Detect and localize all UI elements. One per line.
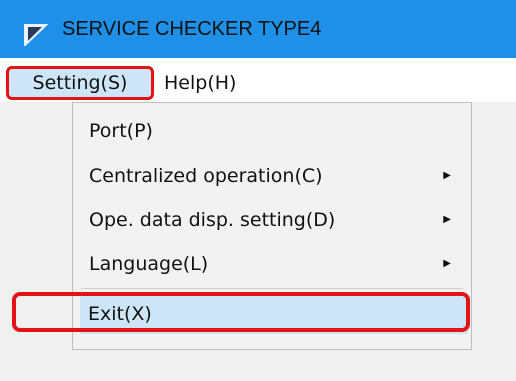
window-title: SERVICE CHECKER TYPE4	[62, 18, 322, 40]
menu-setting[interactable]: Setting(S)	[6, 66, 154, 100]
submenu-arrow-icon: ▶	[443, 258, 451, 269]
menu-item-port[interactable]: Port(P)	[73, 111, 471, 151]
submenu-arrow-icon: ▶	[443, 170, 451, 181]
menu-separator	[81, 288, 463, 289]
menu-item-label: Centralized operation(C)	[89, 165, 323, 187]
title-bar: SERVICE CHECKER TYPE4	[0, 0, 516, 58]
menu-item-label: Ope. data disp. setting(D)	[89, 209, 336, 231]
menu-item-exit-label: Exit(X)	[88, 303, 152, 325]
menu-item-ope-data-disp-setting[interactable]: Ope. data disp. setting(D) ▶	[73, 200, 471, 240]
app-window: SERVICE CHECKER TYPE4 Setting(S) Help(H)…	[0, 0, 516, 381]
app-icon	[24, 24, 48, 46]
menu-item-language[interactable]: Language(L) ▶	[73, 244, 471, 284]
menu-item-label: Language(L)	[89, 253, 209, 275]
menu-help[interactable]: Help(H)	[158, 66, 258, 100]
menu-item-label: Port(P)	[89, 120, 153, 142]
menu-item-centralized-operation[interactable]: Centralized operation(C) ▶	[73, 156, 471, 196]
window-body	[0, 350, 516, 381]
submenu-arrow-icon: ▶	[443, 214, 451, 225]
